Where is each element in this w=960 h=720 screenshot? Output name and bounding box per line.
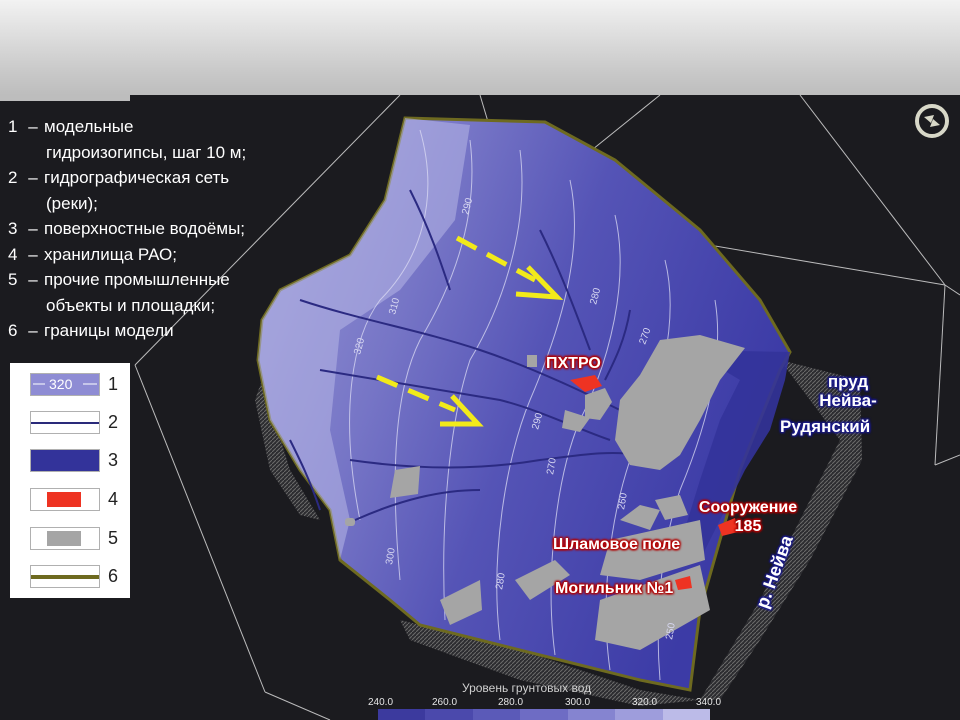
legend-row-number: 6	[108, 566, 119, 586]
colorbar-segment	[425, 709, 473, 720]
colorbar-segment	[378, 709, 426, 720]
label-pond-line: пруд	[827, 372, 869, 391]
legend-swatch-contour: 320	[30, 373, 100, 396]
map-view: 320 310 300 290 280 280 270 260 250 290 …	[134, 94, 960, 720]
legend-text-item-5: 5– прочие промышленные	[8, 270, 230, 289]
legend-row-number: 5	[108, 528, 119, 548]
legend-text-item-6: 6– границы модели	[8, 321, 174, 340]
label-structure-line: Сооружение	[698, 499, 798, 516]
legend-swatch-water	[30, 449, 100, 472]
label-pond-line: Рудянский	[780, 417, 871, 436]
legend-row-number: 1	[108, 374, 119, 394]
legend-swatch-river	[30, 411, 100, 434]
model-boundary	[256, 116, 792, 692]
label-sludge-field: Шламовое поле	[553, 536, 681, 553]
legend-text: 1– модельные гидроизогипсы, шаг 10 м; 2– г…	[8, 114, 308, 344]
colorbar-tick: 280.0	[498, 697, 524, 708]
legend-row-contour: 320 1	[10, 369, 130, 401]
colorbar-tick: 260.0	[432, 697, 458, 708]
legend-text-item-2: 2– гидрографическая сеть	[8, 168, 230, 187]
legend-swatch-rao	[30, 488, 100, 511]
legend-row-number: 4	[108, 489, 119, 509]
label-pond-line: Нейва-	[819, 391, 877, 410]
legend-row-rao: 4	[10, 484, 130, 516]
colorbar-segment	[520, 709, 568, 720]
colorbar-tick: 340.0	[696, 697, 722, 708]
legend-text-item-4: 4– хранилища РАО;	[8, 244, 177, 264]
label-burial-1: Могильник №1	[555, 580, 674, 597]
label-structure-185: Сооружение 185	[685, 498, 811, 536]
colorbar-tick: 300.0	[565, 697, 591, 708]
legend-text-item-2-cont: (реки);	[46, 193, 98, 213]
legend-text-item-5-cont: объекты и площадки;	[46, 295, 216, 315]
colorbar	[378, 709, 710, 720]
refresh-icon[interactable]	[914, 103, 950, 139]
legend-row-number: 3	[108, 450, 119, 470]
colorbar-tick: 320.0	[632, 697, 658, 708]
legend-row-industrial: 5	[10, 523, 130, 555]
legend-text-item-1-cont: гидроизогипсы, шаг 10 м;	[46, 142, 247, 162]
legend-text-item-1: 1– модельные	[8, 117, 134, 136]
label-pond: пруд Нейва-	[808, 372, 888, 410]
legend-swatch-industrial	[30, 527, 100, 550]
colorbar-segment	[662, 709, 710, 720]
colorbar-segment	[615, 709, 663, 720]
legend-row-water: 3	[10, 445, 130, 477]
legend-row-boundary: 6	[10, 561, 130, 593]
legend-swatch-boundary	[30, 565, 100, 588]
legend-contour-sample-label: 320	[49, 376, 73, 392]
label-structure-line: 185	[734, 518, 762, 535]
colorbar-title: Уровень грунтовых вод	[462, 681, 592, 695]
colorbar-segment	[472, 709, 521, 720]
legend-row-river: 2	[10, 407, 130, 439]
legend-row-number: 2	[108, 412, 119, 432]
legend-box: 320 1 2 3 4 5 6	[10, 363, 130, 598]
industrial-site-small-3	[345, 518, 355, 526]
label-pkhtro: ПХТРО	[546, 355, 601, 372]
colorbar-segment	[567, 709, 616, 720]
colorbar-tick: 240.0	[368, 697, 394, 708]
industrial-site-small-2	[527, 355, 537, 367]
legend-text-item-3: 3– поверхностные водоёмы;	[8, 219, 246, 238]
